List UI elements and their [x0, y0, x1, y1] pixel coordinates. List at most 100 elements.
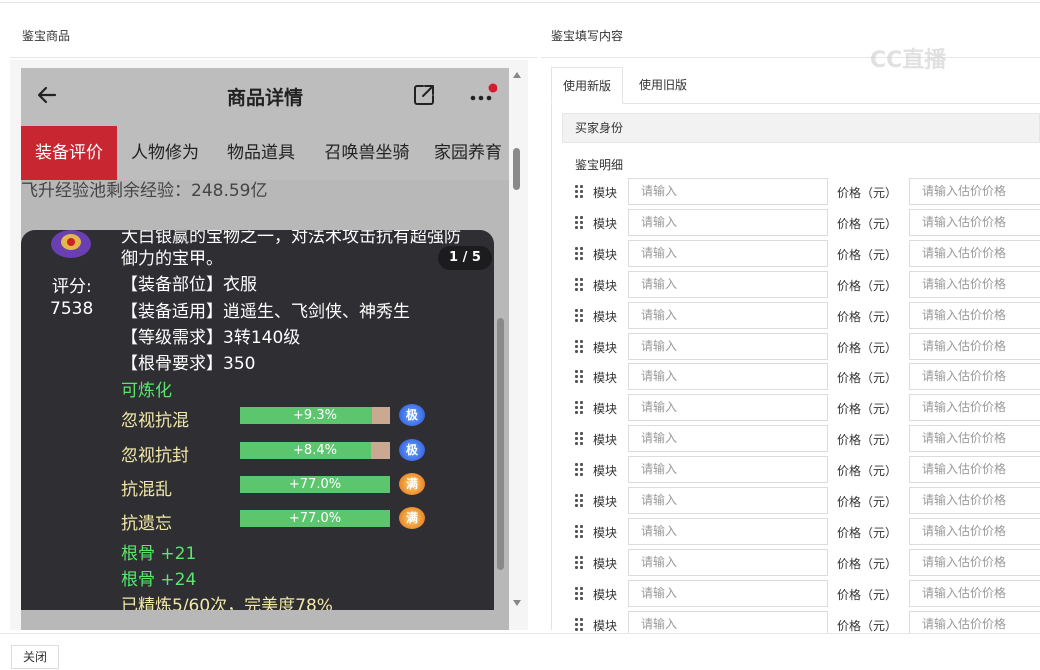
drag-handle-icon[interactable] [575, 185, 585, 199]
drag-handle-icon[interactable] [575, 555, 585, 570]
share-icon[interactable] [411, 82, 437, 108]
drag-handle-icon[interactable] [575, 617, 585, 632]
module-input[interactable]: 请输入 [628, 425, 828, 453]
module-input[interactable]: 请输入 [628, 239, 828, 267]
appraisal-row: 模块 请输入 价格（元） 请输入估价价格 [575, 579, 1040, 607]
appraisal-row: 模块 请输入 价格（元） 请输入估价价格 [575, 548, 1040, 576]
module-input[interactable]: 请输入 [628, 456, 828, 484]
price-input[interactable]: 请输入估价价格 [909, 239, 1040, 267]
appraisal-row: 模块 请输入 价格（元） 请输入估价价格 [575, 487, 1040, 514]
score-value: 7538 [50, 299, 94, 319]
module-input[interactable]: 请输入 [628, 363, 828, 391]
price-input[interactable]: 请输入估价价格 [909, 394, 1040, 422]
scroll-down-icon[interactable] [512, 598, 522, 608]
stat-bar: +9.3% [240, 407, 390, 424]
full-badge-icon: 满 [399, 507, 425, 529]
appraisal-row: 模块 请输入 价格（元） 请输入估价价格 [575, 178, 1040, 205]
drag-handle-icon[interactable] [575, 215, 585, 230]
equipment-slot: 【装备部位】衣服 [121, 275, 257, 295]
buyer-identity-section: 买家身份 [562, 113, 1040, 143]
tab-old-version[interactable]: 使用旧版 [628, 67, 698, 104]
appraisal-row: 模块 请输入 价格（元） 请输入估价价格 [575, 456, 1040, 484]
price-input[interactable]: 请输入估价价格 [909, 178, 1040, 205]
module-label: 模块 [593, 216, 618, 231]
scroll-up-icon[interactable] [512, 70, 522, 80]
drag-handle-icon[interactable] [575, 277, 585, 292]
module-label: 模块 [593, 402, 618, 417]
right-section-divider [541, 57, 1040, 58]
tab-summon-mount[interactable]: 召唤兽坐骑 [313, 126, 421, 180]
left-section-divider [10, 57, 537, 58]
price-input[interactable]: 请输入估价价格 [909, 301, 1040, 329]
module-input[interactable]: 请输入 [628, 548, 828, 576]
left-section-title: 鉴宝商品 [22, 29, 71, 43]
price-label: 价格（元） [837, 464, 898, 479]
price-label: 价格（元） [837, 433, 898, 448]
drag-handle-icon[interactable] [575, 246, 585, 261]
price-label: 价格（元） [837, 186, 898, 200]
tab-new-version[interactable]: 使用新版 [551, 67, 624, 104]
more-dots-icon[interactable] [467, 82, 497, 108]
equipment-root: 【根骨要求】350 [121, 354, 256, 374]
price-label: 价格（元） [837, 278, 898, 293]
drag-handle-icon[interactable] [575, 339, 585, 354]
price-input[interactable]: 请输入估价价格 [909, 425, 1040, 453]
price-input[interactable]: 请输入估价价格 [909, 456, 1040, 484]
module-label: 模块 [593, 587, 618, 602]
module-input[interactable]: 请输入 [628, 394, 828, 422]
module-label: 模块 [593, 247, 618, 262]
phone-scroll-thumb[interactable] [513, 148, 520, 190]
module-label: 模块 [593, 309, 618, 324]
bonus-line: 根骨 +21 [121, 544, 197, 564]
price-input[interactable]: 请输入估价价格 [909, 579, 1040, 607]
price-label: 价格（元） [837, 247, 898, 262]
stat-bar-label: +9.3% [293, 408, 337, 423]
price-input[interactable]: 请输入估价价格 [909, 548, 1040, 576]
appraisal-row: 模块 请输入 价格（元） 请输入估价价格 [575, 394, 1040, 422]
refine-status: 已精炼5/60次，完美度78% [121, 596, 333, 610]
drag-handle-icon[interactable] [575, 524, 585, 539]
equipment-detail-popup: 大白银嬴的宝物之一，对法术攻击抗有超强防 御力的宝甲。 1 / 5 评分: 75… [21, 230, 494, 610]
price-input[interactable]: 请输入估价价格 [909, 332, 1040, 360]
module-input[interactable]: 请输入 [628, 270, 828, 298]
price-input[interactable]: 请输入估价价格 [909, 208, 1040, 236]
price-input[interactable]: 请输入估价价格 [909, 517, 1040, 545]
module-input[interactable]: 请输入 [628, 579, 828, 607]
drag-handle-icon[interactable] [575, 463, 585, 477]
drag-handle-icon[interactable] [575, 494, 585, 508]
phone-header: 商品详情 [21, 68, 509, 126]
price-label: 价格（元） [837, 216, 898, 231]
top-border [0, 0, 1040, 3]
appraisal-row: 模块 请输入 价格（元） 请输入估价价格 [575, 270, 1040, 298]
drag-handle-icon[interactable] [575, 370, 585, 384]
bonus-line: 根骨 +24 [121, 570, 197, 590]
module-label: 模块 [593, 371, 618, 386]
popup-scroll-thumb[interactable] [497, 318, 504, 570]
tab-character-cultivation[interactable]: 人物修为 [121, 126, 209, 180]
appraisal-row: 模块 请输入 价格（元） 请输入估价价格 [575, 332, 1040, 360]
drag-handle-icon[interactable] [575, 432, 585, 446]
stat-name: 忽视抗封 [121, 446, 189, 466]
module-input[interactable]: 请输入 [628, 487, 828, 514]
form-version-tabs: 使用新版 使用旧版 [551, 67, 1040, 104]
price-input[interactable]: 请输入估价价格 [909, 487, 1040, 514]
price-input[interactable]: 请输入估价价格 [909, 363, 1040, 391]
tab-equipment-rating[interactable]: 装备评价 [21, 126, 117, 180]
drag-handle-icon[interactable] [575, 586, 585, 601]
price-input[interactable]: 请输入估价价格 [909, 270, 1040, 298]
module-input[interactable]: 请输入 [628, 301, 828, 329]
equipment-desc-line2: 御力的宝甲。 [121, 249, 223, 269]
tab-items[interactable]: 物品道具 [217, 126, 305, 180]
module-input[interactable]: 请输入 [628, 517, 828, 545]
module-input[interactable]: 请输入 [628, 178, 828, 205]
drag-handle-icon[interactable] [575, 308, 585, 323]
module-input[interactable]: 请输入 [628, 208, 828, 236]
module-label: 模块 [593, 525, 618, 540]
phone-tabs-bar: 装备评价 人物修为 物品道具 召唤兽坐骑 家园养育 [21, 126, 509, 180]
footer-bar [0, 633, 1040, 670]
full-badge-icon: 满 [399, 473, 425, 495]
drag-handle-icon[interactable] [575, 401, 585, 415]
module-input[interactable]: 请输入 [628, 332, 828, 360]
tab-home-nurture[interactable]: 家园养育 [427, 126, 509, 180]
close-button[interactable]: 关闭 [11, 645, 59, 669]
